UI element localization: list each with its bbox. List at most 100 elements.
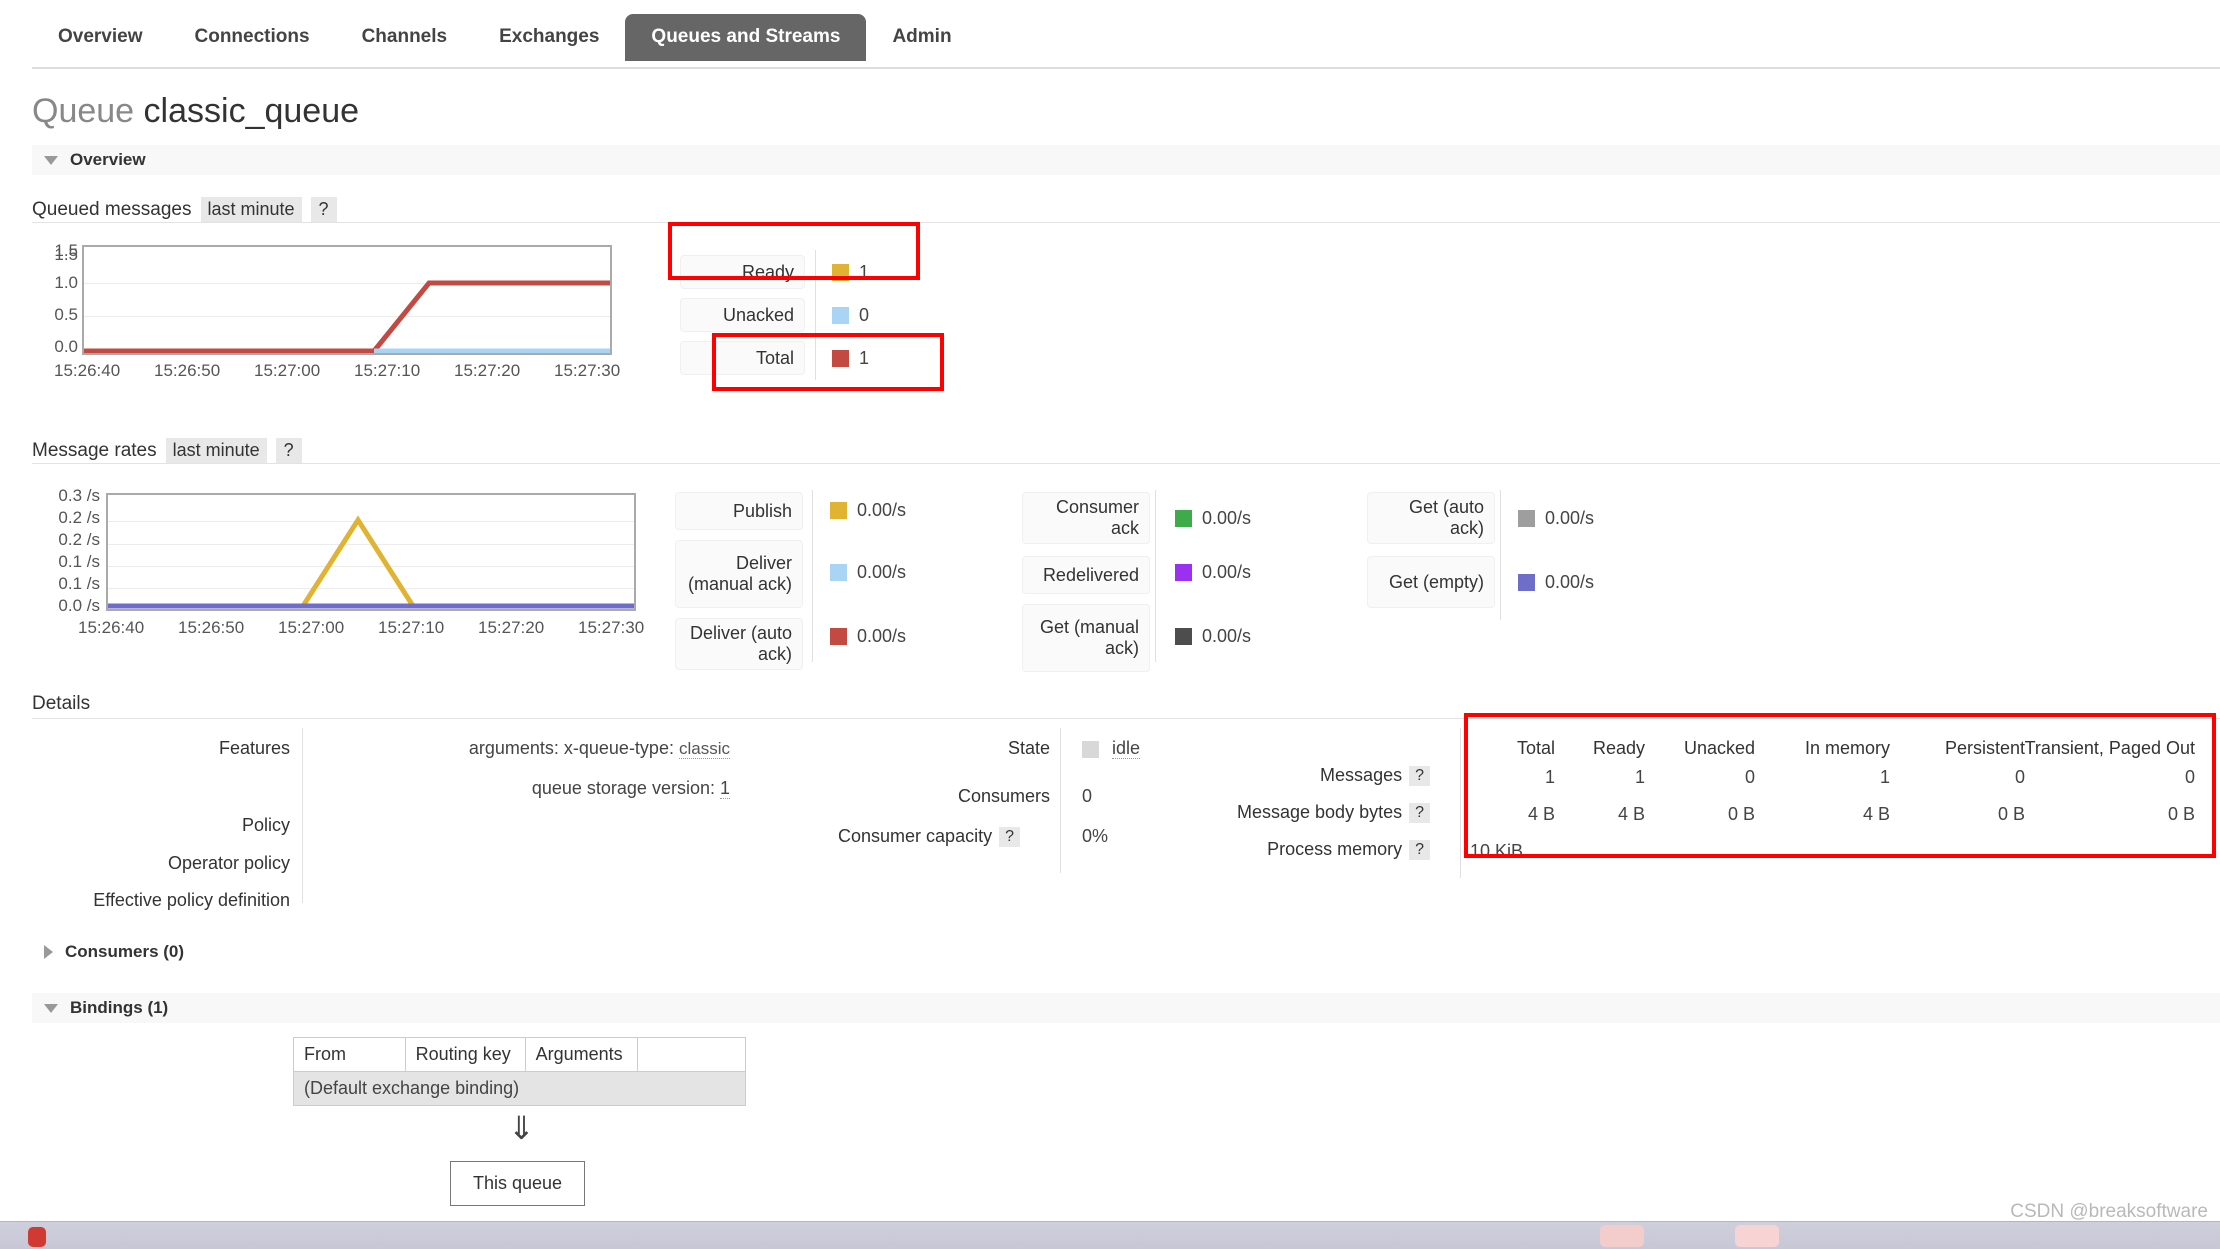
legend-value-unacked: 0	[832, 305, 869, 326]
details-label-messages: Messages?	[1190, 765, 1430, 787]
nav-item-overview[interactable]: Overview	[32, 14, 169, 61]
features-arguments-key: x-queue-type:	[563, 738, 674, 758]
details-divider-1	[302, 728, 303, 903]
rates-label-deliver-auto-ack-text: Deliver (auto ack)	[689, 623, 792, 664]
message-rates-title: Message rates	[32, 440, 157, 461]
section-bindings-toggle[interactable]: Bindings (1)	[32, 993, 2220, 1023]
details-value-consumer-capacity: 0%	[1082, 826, 1109, 846]
rates-label-deliver-auto-ack[interactable]: Deliver (auto ack)	[675, 618, 803, 670]
stats-header-total: Total	[1516, 738, 1555, 758]
rates-label-redelivered[interactable]: Redelivered	[1022, 556, 1150, 594]
rates-value-deliver-manual-ack-text: 0.00/s	[857, 562, 907, 582]
stats-bytes-total: 4 B	[1527, 804, 1555, 824]
message-body-bytes-help-icon[interactable]: ?	[1409, 803, 1430, 824]
section-consumers-toggle[interactable]: Consumers (0)	[32, 937, 2220, 967]
rates-value-redelivered-text: 0.00/s	[1202, 562, 1252, 582]
rabbitmq-management-page: Overview Connections Channels Exchanges …	[0, 0, 2220, 1249]
taskbar-icon-3[interactable]	[1735, 1225, 1779, 1247]
section-consumers-label: Consumers (0)	[65, 942, 185, 961]
os-taskbar	[0, 1221, 2220, 1249]
stats-messages-ready: 1	[1634, 767, 1645, 787]
rates-value-deliver-auto-ack-text: 0.00/s	[857, 626, 907, 646]
rates-value-deliver-auto-ack: 0.00/s	[830, 626, 906, 647]
rates-legend-divider-1	[812, 490, 813, 662]
rates-label-publish-text: Publish	[732, 500, 792, 521]
stats-bytes-ready: 4 B	[1617, 804, 1645, 824]
rates-y-tick-2: 0.1 /s	[58, 552, 100, 571]
queued-messages-help-icon[interactable]: ?	[310, 197, 337, 222]
legend-label-unacked[interactable]: Unacked	[680, 298, 805, 332]
swatch-deliver-auto-ack-icon	[830, 628, 847, 645]
legend-label-unacked-text: Unacked	[722, 304, 794, 325]
rates-value-get-empty: 0.00/s	[1518, 572, 1594, 593]
bindings-table-header-row: From Routing key Arguments	[293, 1037, 747, 1072]
x-tick-0: 15:26:40	[54, 361, 121, 380]
section-overview-toggle[interactable]: Overview	[32, 145, 2220, 175]
taskbar-icon-1[interactable]	[28, 1227, 46, 1247]
message-rates-period-chip[interactable]: last minute	[165, 438, 267, 463]
consumer-capacity-help-icon[interactable]: ?	[999, 827, 1020, 848]
rates-value-deliver-manual-ack: 0.00/s	[830, 562, 906, 583]
chevron-down-icon	[44, 1003, 58, 1013]
message-rates-header: Message rates last minute ?	[32, 438, 2220, 464]
details-features-arguments-row: arguments: x-queue-type: classic	[330, 738, 730, 759]
nav-item-connections[interactable]: Connections	[169, 14, 336, 61]
x-tick-2: 15:27:00	[254, 361, 321, 380]
swatch-get-auto-ack-icon	[1518, 510, 1535, 527]
stats-process-memory-value: 10 KiB	[1470, 841, 1524, 861]
rates-label-deliver-manual-ack[interactable]: Deliver (manual ack)	[675, 540, 803, 608]
rates-label-get-manual-ack-text: Get (manual ack)	[1039, 617, 1139, 658]
details-divider-3	[1460, 728, 1461, 878]
stats-messages-total: 1	[1544, 767, 1555, 787]
details-header: Details	[32, 693, 2220, 719]
legend-label-ready[interactable]: Ready	[680, 255, 805, 289]
x-tick-3: 15:27:10	[354, 361, 421, 380]
rates-y-tick-0: 0.0 /s	[58, 596, 100, 615]
rates-label-consumer-ack-text: Consumer ack	[1055, 497, 1139, 538]
stats-messages-in-memory: 1	[1879, 767, 1890, 787]
rates-label-consumer-ack[interactable]: Consumer ack	[1022, 492, 1150, 544]
bindings-header-from: From	[293, 1037, 406, 1072]
state-indicator-icon	[1082, 740, 1099, 758]
stats-header-transient-paged-out: Transient, Paged Out	[2024, 738, 2195, 758]
details-label-state: State	[1007, 738, 1050, 758]
page-title-queue-name: classic_queue	[143, 92, 360, 130]
rates-x-tick-3: 15:27:10	[378, 618, 445, 637]
y-tick-top: 1.5	[54, 241, 78, 260]
rates-value-get-auto-ack: 0.00/s	[1518, 508, 1594, 529]
rates-label-get-auto-ack[interactable]: Get (auto ack)	[1367, 492, 1495, 544]
details-label-effective-policy-definition: Effective policy definition	[93, 890, 290, 910]
rates-label-get-empty[interactable]: Get (empty)	[1367, 556, 1495, 608]
rates-value-get-manual-ack-text: 0.00/s	[1202, 626, 1252, 646]
swatch-total-icon	[832, 350, 849, 367]
details-label-message-body-bytes: Message body bytes?	[1190, 802, 1430, 824]
nav-item-admin[interactable]: Admin	[866, 14, 977, 61]
details-divider-2	[1060, 728, 1061, 873]
x-tick-1: 15:26:50	[154, 361, 221, 380]
features-storage-label: queue storage version:	[531, 778, 715, 798]
swatch-publish-icon	[830, 502, 847, 519]
nav-item-exchanges[interactable]: Exchanges	[473, 14, 625, 61]
nav-item-queues-and-streams[interactable]: Queues and Streams	[625, 14, 867, 61]
legend-divider	[815, 250, 816, 380]
details-features-storage-row: queue storage version: 1	[330, 778, 730, 799]
taskbar-icon-2[interactable]	[1600, 1225, 1644, 1247]
queued-messages-period-chip[interactable]: last minute	[200, 197, 302, 222]
details-title: Details	[32, 693, 91, 714]
process-memory-help-icon[interactable]: ?	[1409, 840, 1430, 861]
rates-legend-divider-2	[1155, 490, 1156, 662]
nav-item-channels[interactable]: Channels	[336, 14, 474, 61]
rates-label-publish[interactable]: Publish	[675, 492, 803, 530]
bindings-header-actions	[636, 1037, 747, 1072]
rates-value-get-auto-ack-text: 0.00/s	[1545, 508, 1595, 528]
queued-messages-series	[84, 280, 610, 353]
table-row[interactable]: (Default exchange binding)	[293, 1071, 746, 1106]
details-label-features: Features	[218, 738, 290, 758]
rates-label-get-manual-ack[interactable]: Get (manual ack)	[1022, 604, 1150, 672]
legend-label-total[interactable]: Total	[680, 341, 805, 375]
messages-help-icon[interactable]: ?	[1409, 766, 1430, 787]
rates-value-redelivered: 0.00/s	[1175, 562, 1251, 583]
message-rates-help-icon[interactable]: ?	[275, 438, 302, 463]
message-rates-plot-area	[106, 493, 636, 611]
legend-value-total: 1	[832, 348, 869, 369]
